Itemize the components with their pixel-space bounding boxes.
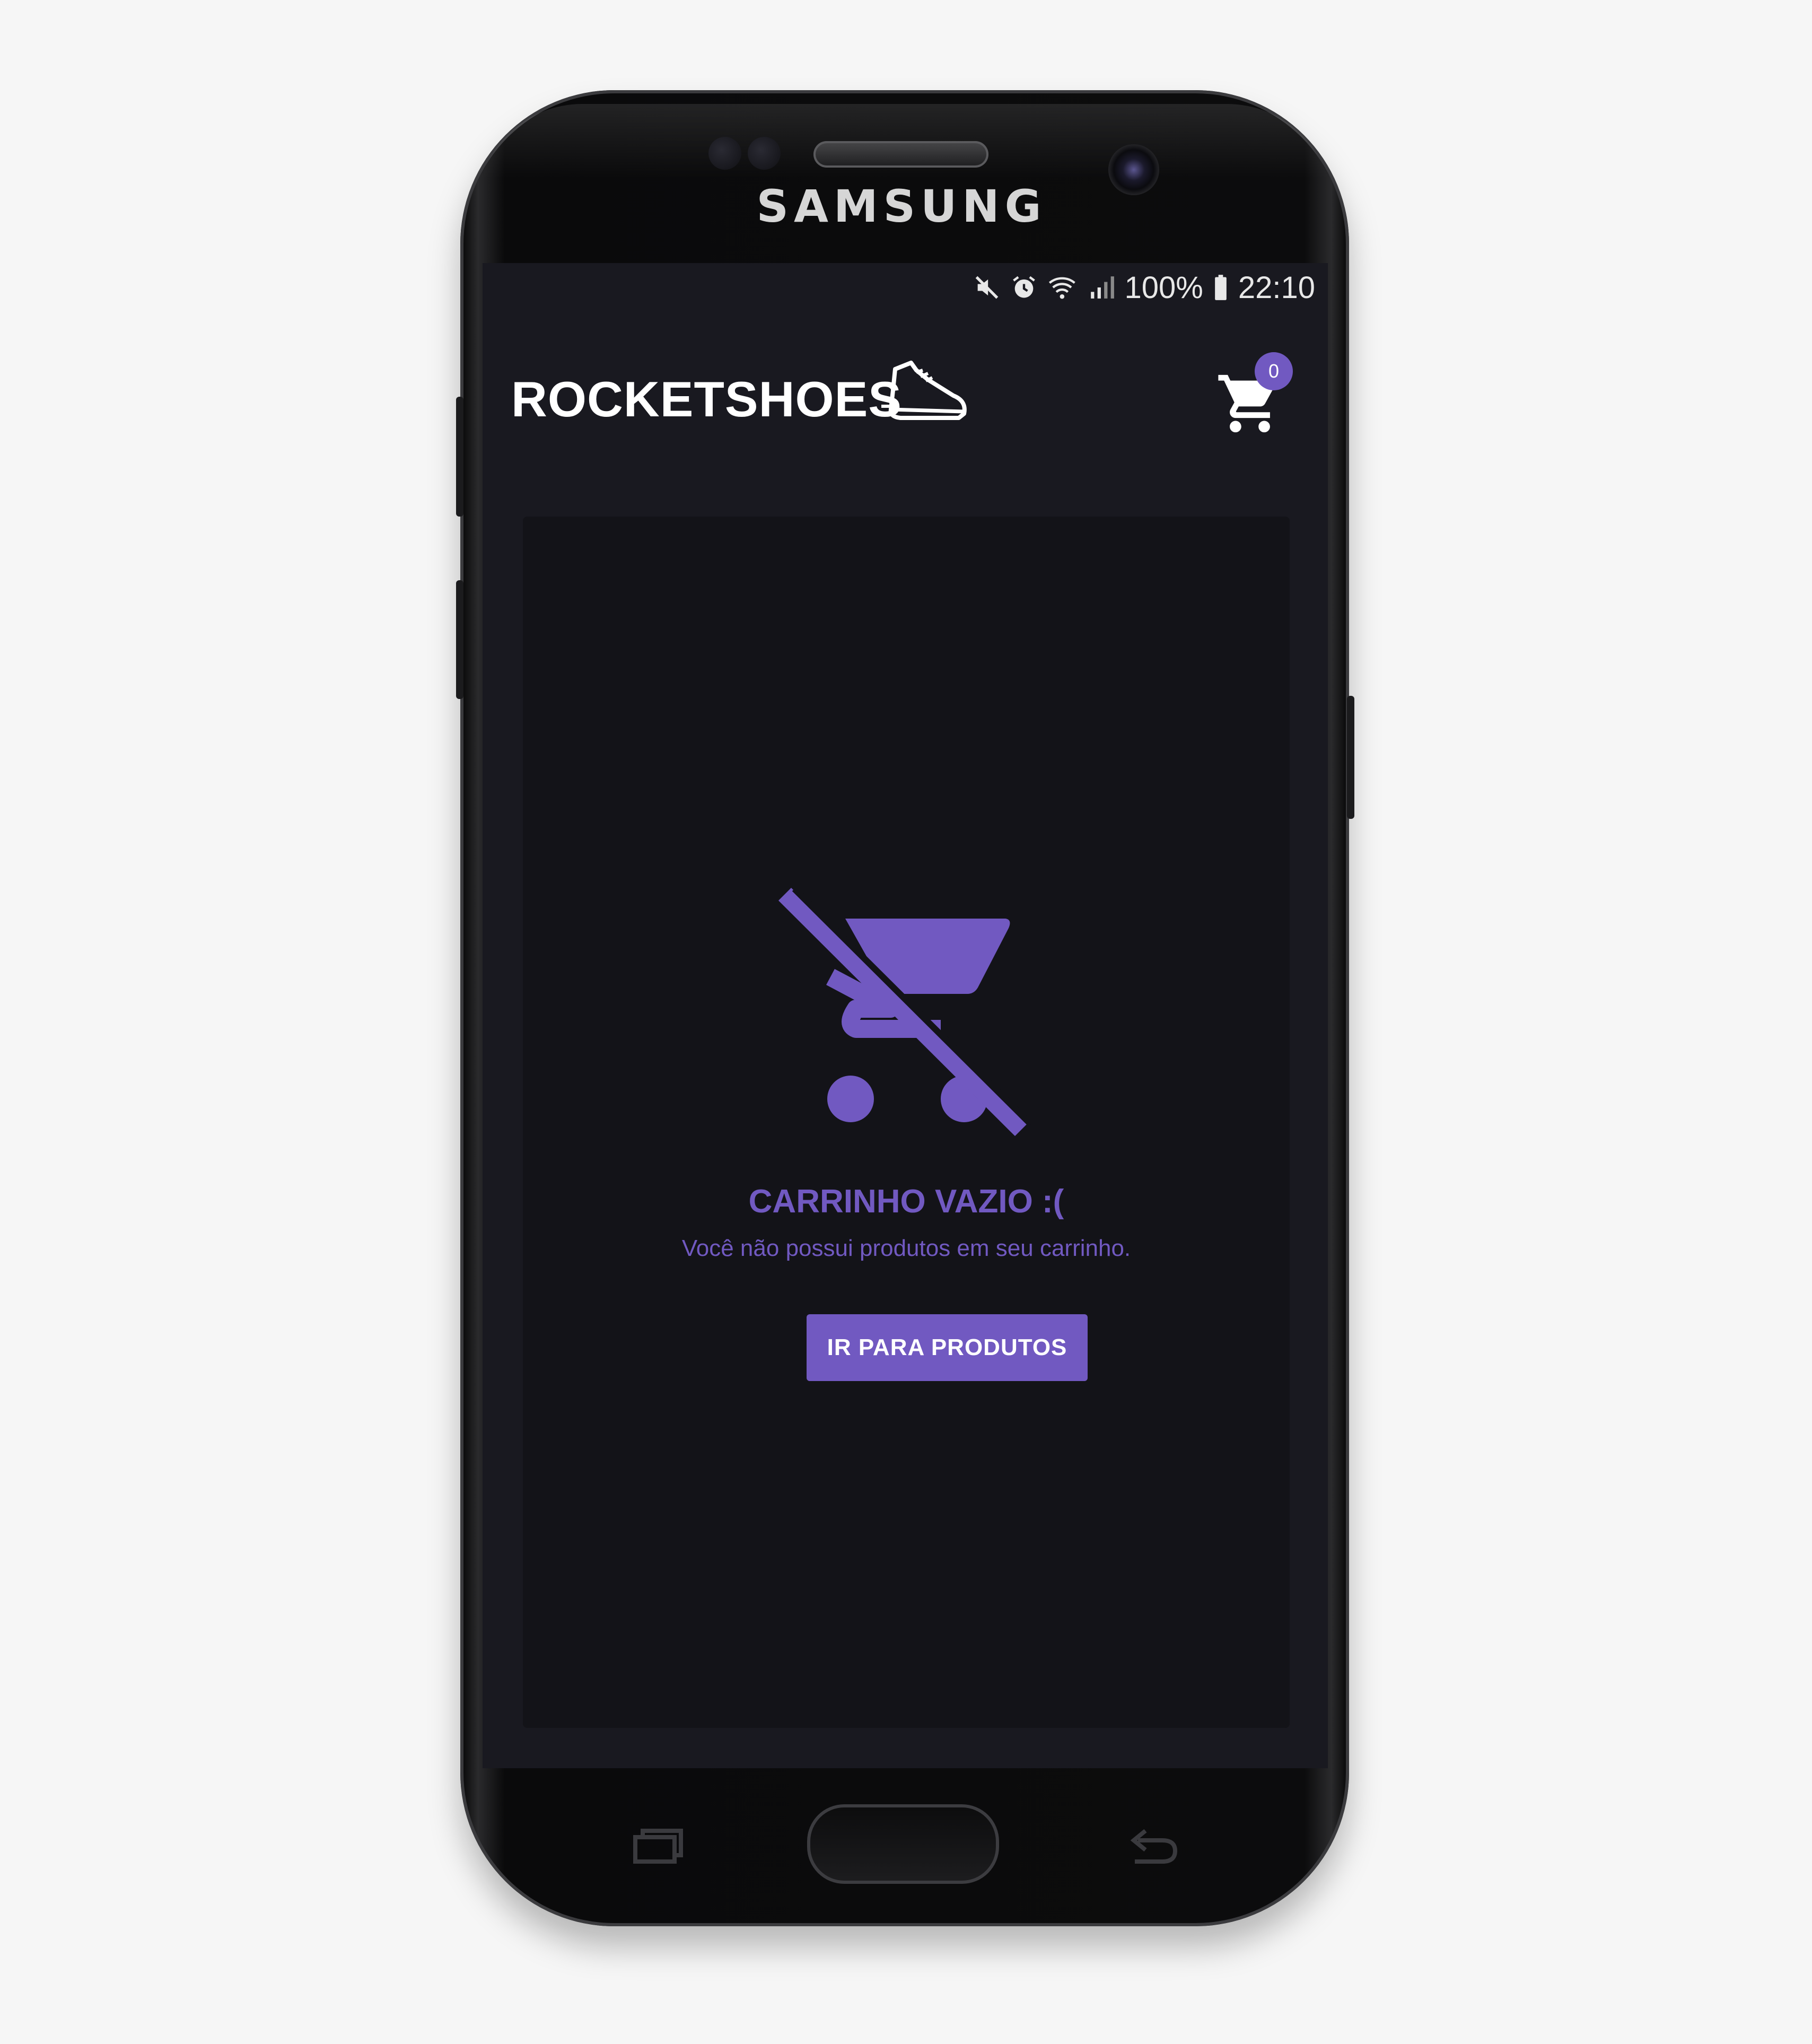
power-key xyxy=(1347,696,1354,819)
volume-up-key xyxy=(456,397,463,517)
battery-icon xyxy=(1213,274,1229,301)
cart-count-badge[interactable]: 0 xyxy=(1255,352,1293,390)
signal-icon xyxy=(1089,274,1115,301)
mute-icon xyxy=(973,274,1001,301)
app-header: ROCKETSHOES 0 xyxy=(483,343,1328,454)
recent-apps-icon[interactable] xyxy=(628,1825,686,1868)
empty-cart-title: CARRINHO VAZIO :( xyxy=(748,1183,1064,1220)
back-icon[interactable] xyxy=(1122,1825,1180,1868)
device-brand: SAMSUNG xyxy=(756,180,1047,232)
home-button[interactable] xyxy=(807,1804,999,1884)
status-bar: 100% 22:10 xyxy=(483,263,1328,312)
light-sensor xyxy=(748,137,781,170)
alarm-icon xyxy=(1010,274,1038,301)
battery-percentage: 100% xyxy=(1124,270,1203,305)
earpiece-speaker xyxy=(813,141,988,168)
empty-cart-message: Você não possui produtos em seu carrinho… xyxy=(681,1235,1131,1261)
clock: 22:10 xyxy=(1238,270,1315,305)
app-screen: 100% 22:10 ROCKETSHOES 0 CARRINHO VAZIO … xyxy=(483,263,1328,1768)
wifi-icon xyxy=(1047,274,1079,301)
logo-text[interactable]: ROCKETSHOES xyxy=(511,374,902,424)
remove-shopping-cart-icon xyxy=(778,887,1031,1137)
proximity-sensor xyxy=(708,137,741,170)
running-shoe-icon[interactable] xyxy=(879,359,969,427)
empty-cart-card: CARRINHO VAZIO :( Você não possui produt… xyxy=(523,517,1290,1728)
volume-down-key xyxy=(456,580,463,699)
front-camera-icon xyxy=(1108,144,1159,195)
go-to-products-button[interactable]: IR PARA PRODUTOS xyxy=(807,1314,1088,1381)
